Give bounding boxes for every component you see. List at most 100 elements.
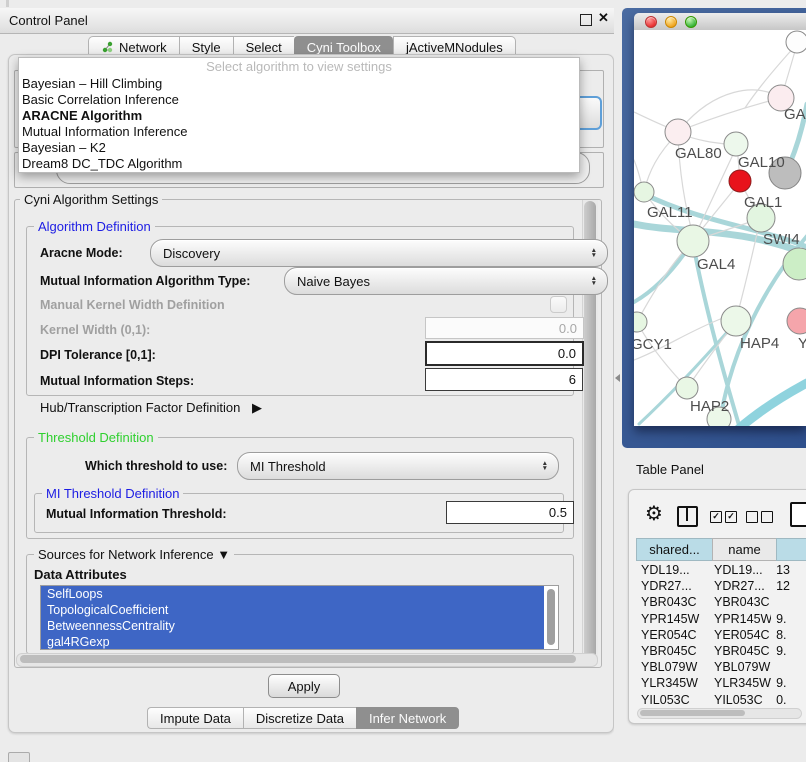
threshold-definition-title: Threshold Definition [34,430,158,445]
network-node[interactable] [634,182,654,202]
split-pane-icon[interactable] [677,506,698,527]
table-row[interactable]: YDR27...YDR27...12 [636,578,806,594]
checked-boxes-icon[interactable]: ✓ [725,511,737,523]
tab-infer-network[interactable]: Infer Network [356,707,459,729]
dpi-tolerance-input[interactable]: 0.0 [425,341,584,366]
close-traffic-light-icon[interactable] [645,16,657,28]
mi-type-label: Mutual Information Algorithm Type: [40,274,250,288]
dpi-tolerance-label: DPI Tolerance [0,1]: [40,348,156,362]
table-cell: 9. [771,676,806,690]
node-label: GAL11 [647,204,693,221]
network-window-titlebar[interactable] [634,13,806,31]
table-row[interactable]: YBL079WYBL079W [636,659,806,675]
table-row[interactable]: YIL053CYIL053C0. [636,692,806,708]
attribute-item[interactable]: BetweennessCentrality [41,618,544,634]
document-icon[interactable] [790,502,806,527]
node-label: GAL80 [675,145,722,162]
node-label: GAL10 [738,154,785,171]
kernel-width-label: Kernel Width (0,1): [40,323,150,337]
node-label: GAL [784,106,806,123]
network-node[interactable] [665,119,691,145]
manual-kernel-checkbox[interactable] [550,296,567,313]
data-attributes-list[interactable]: SelfLoopsTopologicalCoefficientBetweenne… [40,585,559,650]
table-row[interactable]: YBR043CYBR043C [636,594,806,610]
kernel-width-input[interactable]: 0.0 [425,317,584,339]
tab-impute-data[interactable]: Impute Data [147,707,243,729]
table-cell: YPR145W [636,612,709,626]
network-node[interactable] [721,306,751,336]
zoom-traffic-light-icon[interactable] [685,16,697,28]
network-node[interactable] [676,377,698,399]
checked-boxes-icon[interactable]: ✓ [710,511,722,523]
mi-threshold-input[interactable]: 0.5 [446,501,574,524]
algorithm-option[interactable]: ARACNE Algorithm [19,108,579,124]
close-icon[interactable]: ✕ [598,10,609,26]
screen: Control Panel ✕ NetworkStyleSelectCyni T… [0,0,806,762]
table-row[interactable]: YER054CYER054C8. [636,627,806,643]
bottom-left-button[interactable] [8,752,30,762]
table-cell: YIL053C [709,693,771,707]
settings-hscrollbar[interactable] [16,653,598,667]
aracne-mode-value: Discovery [163,246,220,261]
algorithm-option[interactable]: Basic Correlation Inference [19,92,579,108]
network-edge[interactable] [735,383,806,426]
table-panel-title: Table Panel [636,462,704,477]
column-header[interactable] [776,538,806,561]
network-node[interactable] [787,308,806,334]
network-node[interactable] [783,248,806,280]
table-hscrollbar[interactable] [637,708,802,719]
table-row[interactable]: YBR045CYBR045C9. [636,643,806,659]
table-cell: YBR043C [636,595,709,609]
aracne-mode-select[interactable]: Discovery ▲▼ [150,239,608,267]
table-cell: YDR27... [709,579,771,593]
hub-definition-toggle[interactable]: Hub/Transcription Factor Definition ▶ [40,400,262,416]
tab-label: Network [119,40,167,55]
table-cell: YDL19... [636,563,709,577]
unchecked-boxes-icon[interactable] [761,511,773,523]
algorithm-option[interactable]: Dream8 DC_TDC Algorithm [19,156,579,172]
network-node[interactable] [677,225,709,257]
float-window-icon[interactable] [580,14,592,26]
stepper-arrows-icon: ▲▼ [591,276,597,286]
algorithm-option[interactable]: Bayesian – K2 [19,140,579,156]
tab-label: jActiveMNodules [406,40,503,55]
table-cell: YER054C [636,628,709,642]
sources-title[interactable]: Sources for Network Inference ▼ [34,547,234,562]
mi-type-select[interactable]: Naive Bayes ▲▼ [284,267,608,295]
attributes-scrollbar[interactable] [547,589,555,645]
splitter-collapse-icon[interactable] [615,374,620,382]
network-node[interactable] [729,170,751,192]
unchecked-boxes-icon[interactable] [746,511,758,523]
apply-button[interactable]: Apply [268,674,340,698]
tab-label: Cyni Toolbox [307,40,381,55]
table-cell: 9. [771,644,806,658]
which-threshold-select[interactable]: MI Threshold ▲▼ [237,452,559,480]
column-header[interactable]: shared... [636,538,712,561]
table-cell: 8. [771,628,806,642]
algorithm-option[interactable]: Mutual Information Inference [19,124,579,140]
network-icon [101,41,114,54]
table-cell: 12 [771,579,806,593]
attribute-item[interactable]: TopologicalCoefficient [41,602,544,618]
table-cell: YDL19... [709,563,771,577]
network-node[interactable] [634,312,647,332]
algorithm-option[interactable]: Bayesian – Hill Climbing [19,76,579,92]
network-node[interactable] [786,31,806,53]
mi-steps-input[interactable]: 6 [425,368,583,391]
top-notch [6,0,9,7]
collapsed-arrow-icon: ▶ [252,400,262,415]
table-cell: YBR045C [709,644,771,658]
column-header[interactable]: name [712,538,776,561]
table-row[interactable]: YPR145WYPR145W9. [636,611,806,627]
tab-discretize-data[interactable]: Discretize Data [243,707,356,729]
network-canvas[interactable]: GALGAL80GAL10GAL1GAL11SWI4GAL4GCY1HAP4YH… [634,30,806,426]
table-row[interactable]: YDL19...YDL19...13 [636,562,806,578]
attribute-item[interactable]: SelfLoops [41,586,544,602]
minimize-traffic-light-icon[interactable] [665,16,677,28]
network-edge[interactable] [638,324,687,388]
gear-icon[interactable]: ⚙ [645,501,663,525]
table-row[interactable]: YLR345WYLR345W9. [636,675,806,691]
network-node[interactable] [724,132,748,156]
attribute-item[interactable]: gal4RGexp [41,634,544,650]
cyni-settings-title: Cyni Algorithm Settings [20,192,162,207]
